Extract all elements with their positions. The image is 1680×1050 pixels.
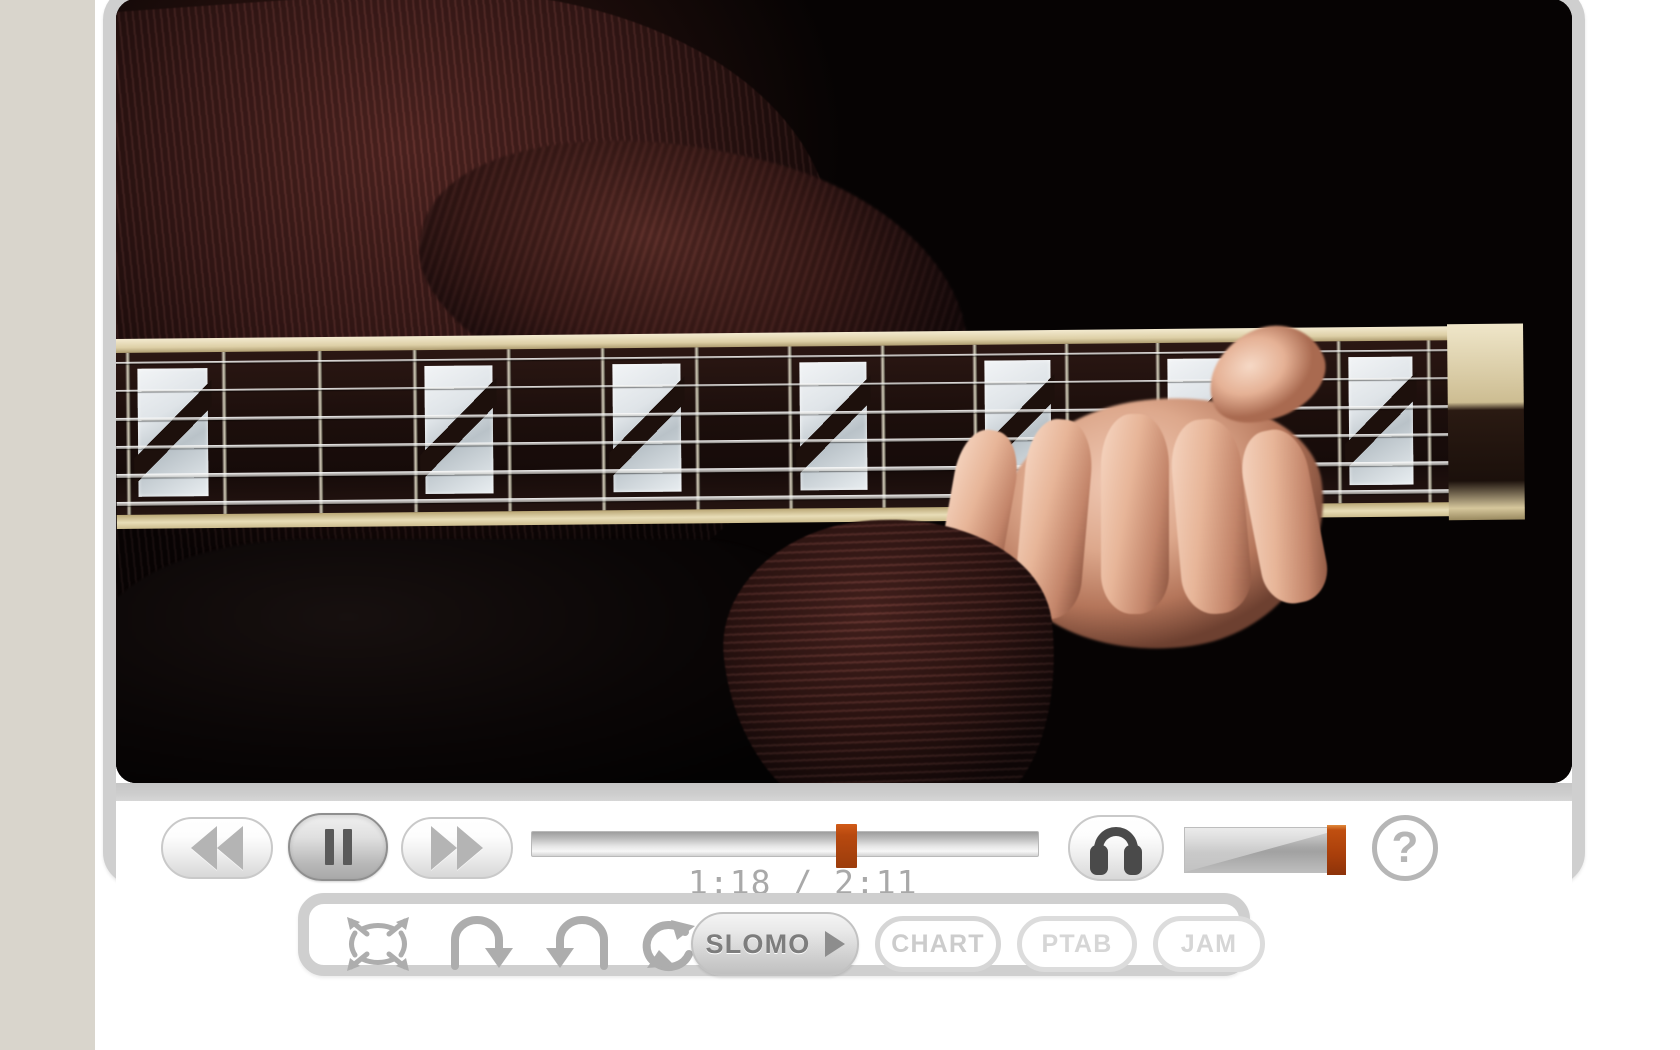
loop-end-icon <box>546 916 608 970</box>
fret <box>125 352 132 515</box>
fret <box>879 345 887 508</box>
loop-start-icon <box>451 916 513 970</box>
jam-button[interactable]: JAM <box>1153 916 1265 972</box>
fret <box>221 351 228 514</box>
loop-end-button[interactable] <box>538 916 618 974</box>
inlay-slash <box>419 357 498 502</box>
inlay-slash <box>133 360 213 505</box>
video-player-shell: 1:18 / 2:11 ? <box>103 0 1585 902</box>
scrubber-playhead[interactable] <box>835 824 857 868</box>
finger-3 <box>1101 414 1169 614</box>
ptab-label: PTAB <box>1041 929 1113 958</box>
headphones-icon <box>1081 819 1151 877</box>
pause-button[interactable] <box>288 813 388 881</box>
fret <box>506 349 513 512</box>
pause-icon <box>324 829 352 865</box>
loop-start-button[interactable] <box>441 916 521 974</box>
player-legs <box>116 539 816 783</box>
fullscreen-expand-icon <box>347 917 409 971</box>
fret <box>1426 340 1433 503</box>
chart-label: CHART <box>891 929 985 958</box>
fret <box>787 346 794 509</box>
help-button[interactable]: ? <box>1372 815 1438 881</box>
headphones-button[interactable] <box>1068 815 1164 881</box>
rewind-icon <box>191 826 243 870</box>
guitar-lesson-video[interactable] <box>116 0 1572 783</box>
slomo-button[interactable]: SLOMO <box>691 912 859 976</box>
app-root: 1:18 / 2:11 ? SLOMO CHART PTAB JAM <box>0 0 1680 1050</box>
transport-bar: 1:18 / 2:11 ? <box>116 783 1572 902</box>
help-question-mark: ? <box>1391 823 1419 872</box>
jam-label: JAM <box>1180 929 1238 958</box>
inlay-slash <box>1344 348 1418 493</box>
rewind-button[interactable] <box>161 817 273 879</box>
neck-body-joint <box>1447 323 1525 521</box>
volume-gloss <box>1185 828 1345 872</box>
slomo-label: SLOMO <box>705 928 811 959</box>
fret <box>316 351 324 514</box>
secondary-toolbar: SLOMO CHART PTAB JAM <box>298 893 1265 976</box>
fret <box>694 347 701 510</box>
video-stage[interactable] <box>116 0 1572 783</box>
transport-divider <box>116 783 1572 801</box>
inlay-slash <box>795 354 872 499</box>
fret <box>1336 341 1343 504</box>
ptab-button[interactable]: PTAB <box>1017 916 1137 972</box>
fret <box>600 348 607 511</box>
slomo-play-triangle-icon <box>824 931 845 957</box>
fast-forward-icon <box>431 826 483 870</box>
fullscreen-expand-button[interactable] <box>339 913 417 975</box>
volume-slider[interactable] <box>1184 827 1346 873</box>
volume-handle[interactable] <box>1327 825 1346 875</box>
fret <box>411 350 419 513</box>
chart-button[interactable]: CHART <box>875 916 1001 972</box>
fast-forward-button[interactable] <box>401 817 513 879</box>
playback-scrubber[interactable] <box>531 824 1039 868</box>
inlay-slash <box>608 355 686 500</box>
